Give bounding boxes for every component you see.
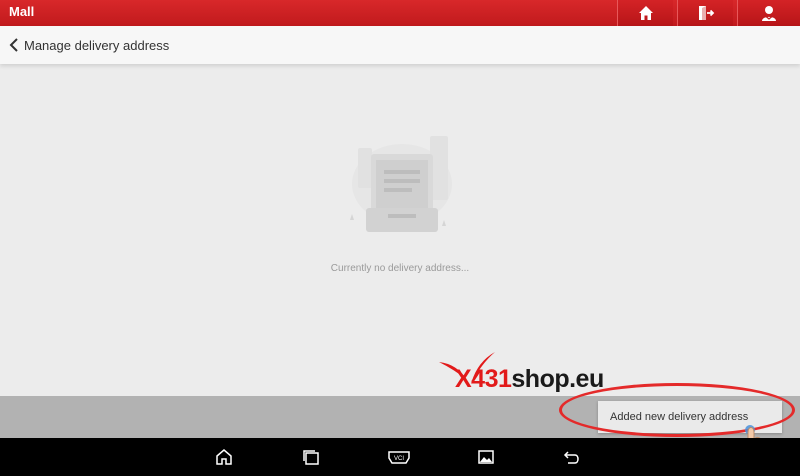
recent-apps-icon	[303, 450, 319, 465]
navigation-bar: VCI	[0, 438, 800, 476]
exit-icon	[698, 6, 714, 20]
nav-vci-button[interactable]: VCI	[386, 446, 412, 468]
watermark-red: X431	[455, 365, 512, 393]
watermark-black: shop.eu	[511, 365, 604, 393]
empty-state-message: Currently no delivery address...	[330, 263, 470, 274]
page-title: Manage delivery address	[24, 38, 170, 53]
exit-button[interactable]	[677, 0, 733, 26]
chevron-left-icon[interactable]	[7, 37, 21, 53]
user-icon	[762, 6, 776, 21]
empty-document-icon	[350, 136, 452, 232]
nav-back-button[interactable]	[561, 446, 583, 468]
gallery-icon	[478, 450, 494, 464]
page-header: Manage delivery address	[0, 26, 800, 64]
title-bar: Mall	[0, 0, 800, 26]
watermark-text: X431shop.eu	[455, 365, 604, 394]
back-icon	[563, 451, 579, 464]
home-icon	[638, 6, 653, 20]
home-icon	[216, 449, 232, 465]
vci-icon: VCI	[388, 451, 410, 464]
nav-home-button[interactable]	[213, 446, 235, 468]
nav-recent-apps-button[interactable]	[300, 446, 322, 468]
nav-gallery-button[interactable]	[475, 446, 497, 468]
home-button[interactable]	[617, 0, 673, 26]
vci-label: VCI	[394, 456, 404, 462]
user-button[interactable]	[737, 0, 800, 26]
app-title: Mall	[9, 4, 35, 19]
